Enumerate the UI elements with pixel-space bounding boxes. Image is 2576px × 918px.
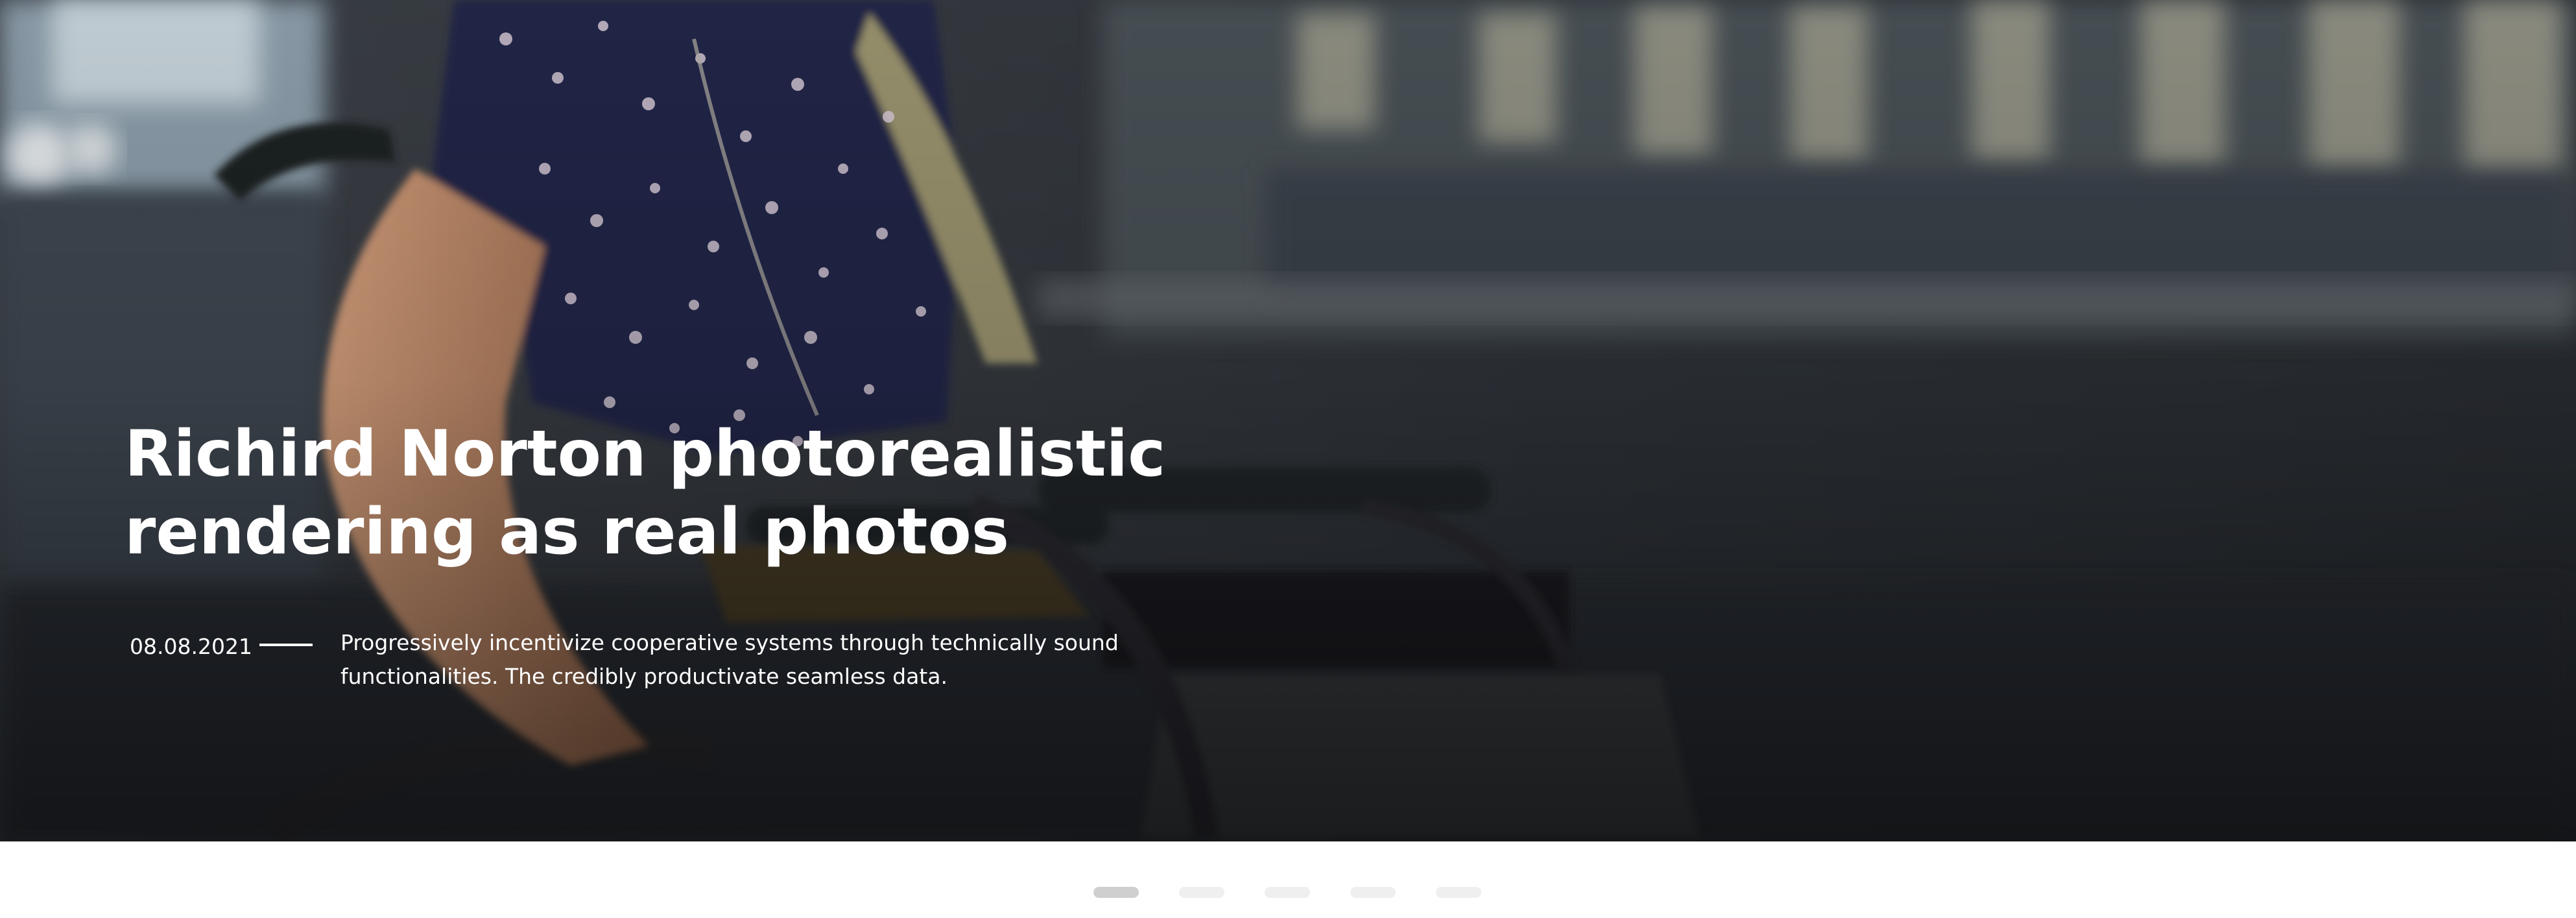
hero-title-line-1: Richird Norton photorealistic [125,417,1166,491]
hero-description-line-2: functionalities. The credibly productiva… [340,664,948,689]
hero-description: Progressively incentivize cooperative sy… [340,626,1268,694]
date-divider [259,644,313,646]
hero-description-line-1: Progressively incentivize cooperative sy… [340,630,1119,655]
pagination-dot-3[interactable] [1265,887,1310,898]
pagination-dot-1[interactable] [1093,887,1139,898]
pagination-dot-2[interactable] [1179,887,1224,898]
hero-title[interactable]: Richird Norton photorealistic rendering … [125,415,1227,571]
pagination-dot-5[interactable] [1436,887,1481,898]
hero-title-line-2: rendering as real photos [125,495,1010,569]
hero-meta: 08.08.2021 Progressively incentivize coo… [130,626,1271,704]
hero-slide: Richird Norton photorealistic rendering … [0,0,2576,841]
pagination-dot-4[interactable] [1350,887,1396,898]
hero-caption: Richird Norton photorealistic rendering … [125,415,1227,571]
post-date: 08.08.2021 [130,634,252,659]
